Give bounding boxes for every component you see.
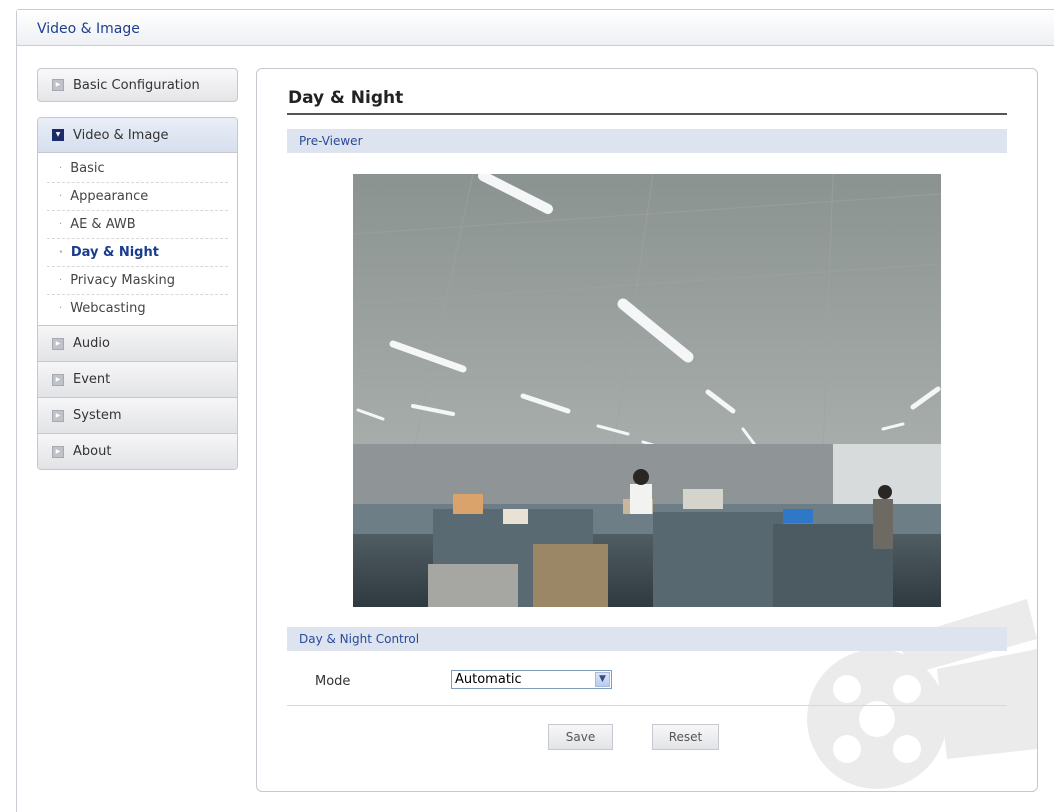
- submenu-item-label: Appearance: [70, 189, 149, 204]
- submenu-item-basic[interactable]: · Basic: [47, 155, 228, 183]
- sidebar-item-audio[interactable]: ▶ Audio: [38, 325, 237, 361]
- submenu-item-label: Webcasting: [70, 301, 146, 316]
- sidebar-item-label: Event: [73, 372, 111, 387]
- expand-icon: ▶: [52, 445, 64, 458]
- mode-label: Mode: [315, 674, 351, 689]
- page-title: Day & Night: [288, 88, 404, 108]
- section-header-label: Pre-Viewer: [299, 134, 363, 148]
- bullet-icon: ·: [59, 219, 63, 230]
- sidebar-item-label: Audio: [73, 336, 110, 351]
- bullet-icon: ·: [59, 191, 63, 202]
- camera-preview: [353, 174, 941, 607]
- title-divider: [287, 113, 1007, 115]
- submenu-item-privacy-masking[interactable]: · Privacy Masking: [47, 267, 228, 295]
- camera-preview-image: [353, 174, 941, 607]
- sidebar-item-video-image[interactable]: ▼ Video & Image: [38, 118, 237, 153]
- form-divider: [287, 705, 1007, 706]
- expand-icon: ▶: [52, 373, 64, 386]
- sidebar-item-system[interactable]: ▶ System: [38, 397, 237, 433]
- section-header-day-night-control: Day & Night Control: [287, 627, 1007, 651]
- mode-select[interactable]: Automatic ▼: [451, 670, 612, 689]
- top-bar: Video & Image: [17, 10, 1054, 46]
- submenu-item-label: Day & Night: [70, 245, 159, 260]
- section-header-label: Day & Night Control: [299, 632, 420, 646]
- sidebar-item-basic-configuration[interactable]: ▶ Basic Configuration: [37, 68, 238, 102]
- sidebar: ▶ Basic Configuration ▼ Video & Image · …: [37, 68, 238, 470]
- submenu-item-label: AE & AWB: [70, 217, 136, 232]
- mode-select-value: Automatic: [455, 672, 522, 687]
- save-button[interactable]: Save: [548, 724, 613, 750]
- submenu-item-day-night[interactable]: · Day & Night: [47, 239, 228, 267]
- section-header-pre-viewer: Pre-Viewer: [287, 129, 1007, 153]
- sidebar-group-video-image: ▼ Video & Image · Basic · Appearance · A…: [37, 117, 238, 470]
- window-title: Video & Image: [37, 21, 140, 37]
- expand-icon: ▶: [52, 409, 64, 422]
- bullet-icon: ·: [59, 303, 63, 314]
- submenu-item-ae-awb[interactable]: · AE & AWB: [47, 211, 228, 239]
- expand-icon: ▶: [52, 79, 64, 91]
- sidebar-item-event[interactable]: ▶ Event: [38, 361, 237, 397]
- reset-button[interactable]: Reset: [652, 724, 719, 750]
- submenu-item-label: Privacy Masking: [70, 273, 175, 288]
- chevron-down-icon[interactable]: ▼: [595, 672, 610, 687]
- sidebar-item-about[interactable]: ▶ About: [38, 433, 237, 469]
- bullet-icon: ·: [59, 163, 63, 174]
- bullet-icon: ·: [59, 275, 63, 286]
- submenu-item-label: Basic: [70, 161, 105, 176]
- sidebar-item-label: Video & Image: [73, 127, 169, 143]
- mode-row: Mode Automatic ▼: [287, 667, 1007, 703]
- submenu-item-appearance[interactable]: · Appearance: [47, 183, 228, 211]
- collapse-icon: ▼: [52, 129, 64, 141]
- sidebar-item-label: About: [73, 444, 112, 459]
- content-panel: Day & Night Pre-Viewer Day & Night Contr…: [256, 68, 1038, 792]
- sidebar-item-label: Basic Configuration: [73, 77, 200, 93]
- submenu: · Basic · Appearance · AE & AWB · Day & …: [38, 153, 237, 325]
- submenu-item-webcasting[interactable]: · Webcasting: [47, 295, 228, 322]
- sidebar-item-label: System: [73, 408, 122, 423]
- expand-icon: ▶: [52, 337, 64, 350]
- bullet-icon: ·: [59, 247, 63, 258]
